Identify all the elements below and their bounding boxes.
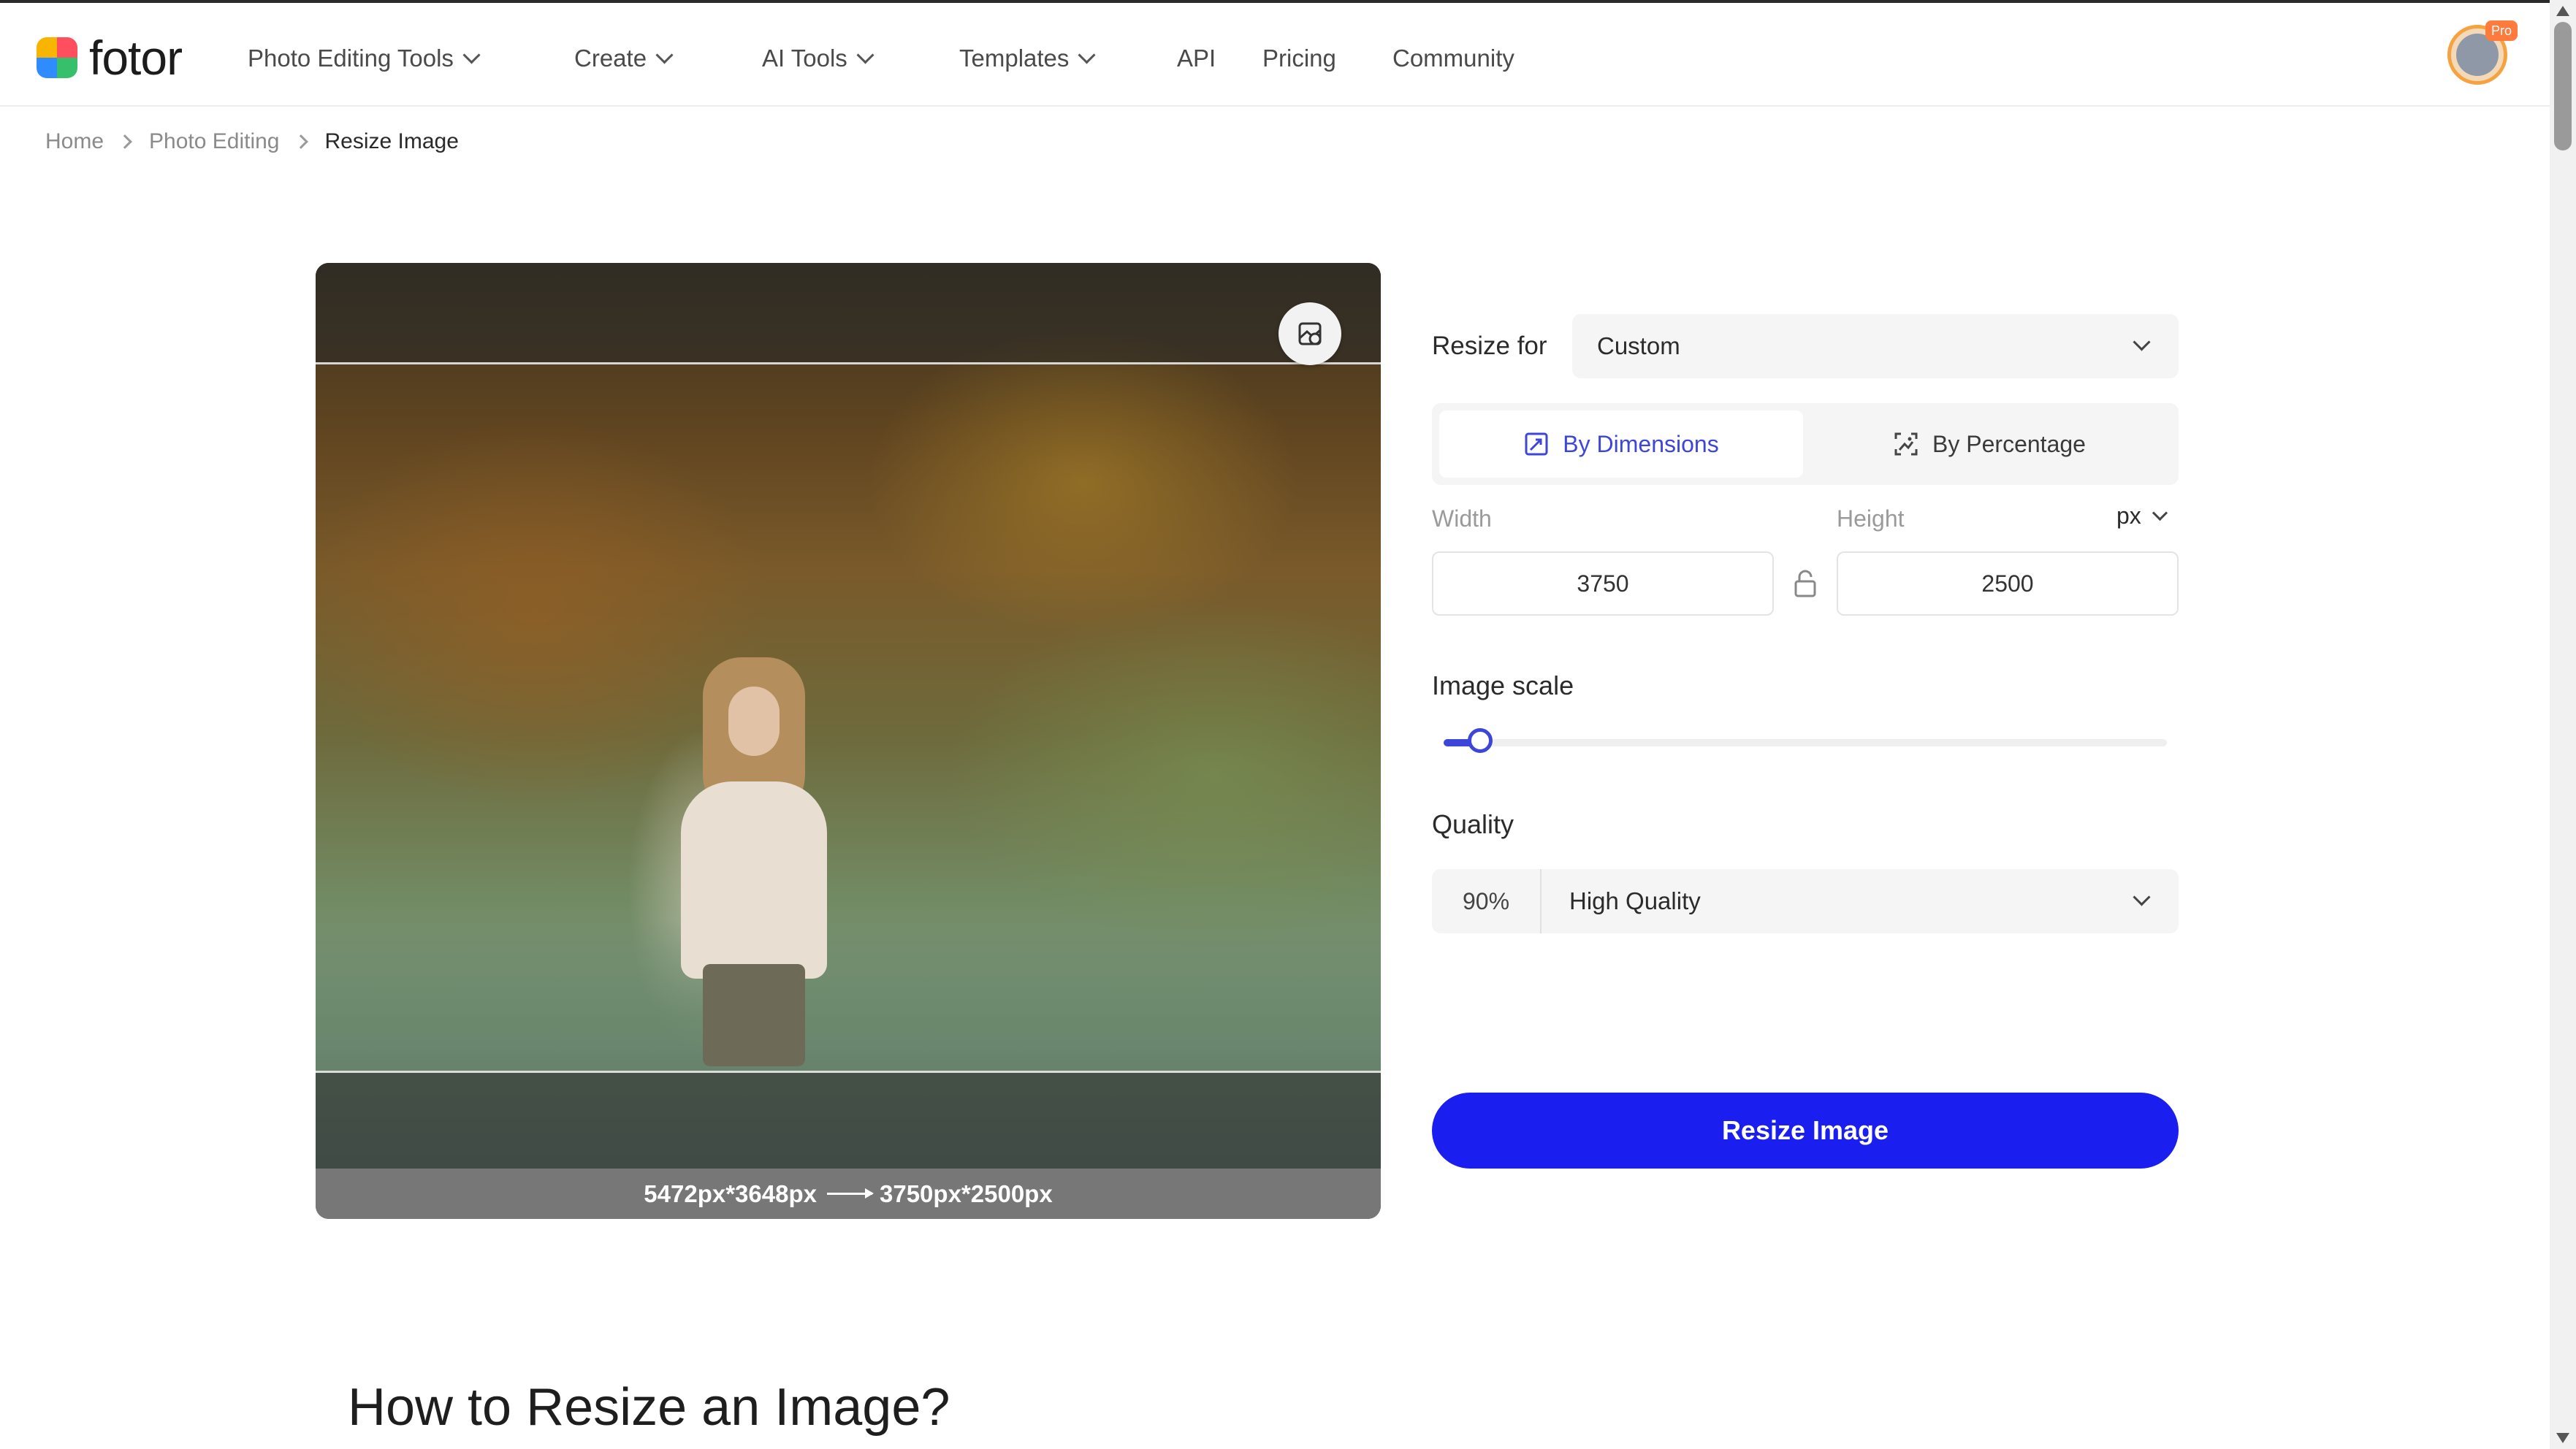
new-size: 3750px*2500px <box>880 1180 1053 1207</box>
nav-pricing[interactable]: Pricing <box>1262 38 1336 79</box>
resize-for-label: Resize for <box>1432 332 1547 360</box>
photo-subject <box>659 657 849 1066</box>
tab-label: By Dimensions <box>1563 430 1719 457</box>
chevron-down-icon <box>2133 333 2151 351</box>
nav-templates[interactable]: Templates <box>959 38 1096 79</box>
height-input[interactable]: 2500 <box>1837 551 2179 616</box>
chevron-down-icon <box>655 45 674 64</box>
nav-label: Pricing <box>1262 45 1336 72</box>
width-input[interactable]: 3750 <box>1432 551 1774 616</box>
breadcrumb-home[interactable]: Home <box>45 129 104 154</box>
arrow-right-icon <box>827 1188 874 1198</box>
photo-subject-skirt <box>703 964 805 1066</box>
original-size: 5472px*3648px <box>644 1180 817 1207</box>
pro-badge: Pro <box>2485 20 2518 41</box>
nav-label: AI Tools <box>762 45 847 72</box>
slider-handle[interactable] <box>1467 728 1493 753</box>
nav-api[interactable]: API <box>1177 38 1216 79</box>
scroll-up-arrow-icon[interactable] <box>2556 6 2569 16</box>
how-to-heading: How to Resize an Image? <box>348 1378 950 1437</box>
breadcrumb-photo-editing[interactable]: Photo Editing <box>149 129 279 154</box>
crop-mask-bottom <box>316 1071 1381 1171</box>
quality-title: Quality <box>1432 809 1514 839</box>
aspect-lock-icon[interactable] <box>1793 569 1818 598</box>
image-scale-title: Image scale <box>1432 670 1574 700</box>
nav-ai-tools[interactable]: AI Tools <box>762 38 874 79</box>
quality-value: High Quality <box>1569 887 1701 914</box>
breadcrumb-current: Resize Image <box>324 129 459 153</box>
width-label: Width <box>1432 505 1492 532</box>
quality-percent: 90% <box>1432 869 1542 933</box>
nav-label: API <box>1177 45 1216 72</box>
compare-icon <box>1298 322 1322 345</box>
resize-for-value: Custom <box>1597 332 1680 359</box>
logo-text: fotor <box>89 31 183 85</box>
size-change-bar: 5472px*3648px 3750px*2500px <box>316 1169 1381 1219</box>
chevron-down-icon <box>1078 45 1096 64</box>
chevron-down-icon <box>2152 505 2168 521</box>
site-header: fotor Photo Editing Tools Create AI Tool… <box>0 3 2550 107</box>
image-preview: 5472px*3648px 3750px*2500px <box>316 263 1381 1219</box>
height-label: Height <box>1837 505 1905 532</box>
scroll-down-arrow-icon[interactable] <box>2556 1433 2569 1443</box>
page-scrollbar[interactable] <box>2550 0 2576 1449</box>
unit-value: px <box>2116 502 2141 529</box>
unit-select[interactable]: px <box>2116 502 2168 529</box>
chevron-right-icon <box>293 134 308 149</box>
resize-mode-tabs: By Dimensions By Percentage <box>1432 403 2179 485</box>
nav-label: Templates <box>959 45 1070 72</box>
resize-image-button[interactable]: Resize Image <box>1432 1093 2179 1169</box>
chevron-right-icon <box>118 134 132 149</box>
nav-community[interactable]: Community <box>1392 38 1514 79</box>
dimensions-icon <box>1525 432 1548 456</box>
nav-label: Create <box>574 45 647 72</box>
chevron-down-icon <box>462 45 481 64</box>
chevron-down-icon <box>856 45 874 64</box>
fotor-logo[interactable]: fotor <box>37 31 183 85</box>
resize-for-select[interactable]: Custom <box>1572 314 2179 378</box>
image-scale-slider[interactable] <box>1444 728 2167 753</box>
nav-photo-editing-tools[interactable]: Photo Editing Tools <box>248 38 481 79</box>
crop-mask-top <box>316 263 1381 364</box>
tab-by-dimensions[interactable]: By Dimensions <box>1439 410 1803 478</box>
tab-by-percentage[interactable]: By Percentage <box>1807 410 2171 478</box>
photo-subject-top <box>681 781 827 979</box>
scrollbar-thumb[interactable] <box>2554 22 2572 150</box>
nav-create[interactable]: Create <box>574 38 674 79</box>
tab-label: By Percentage <box>1932 430 2086 457</box>
photo-subject-face <box>728 687 780 756</box>
chevron-down-icon <box>2133 888 2151 906</box>
nav-label: Photo Editing Tools <box>248 45 454 72</box>
compare-button[interactable] <box>1279 302 1341 365</box>
nav-label: Community <box>1392 45 1514 72</box>
quality-select[interactable]: 90% High Quality <box>1432 869 2179 933</box>
preview-photo <box>316 263 1381 1169</box>
fotor-logo-icon <box>37 37 77 78</box>
breadcrumb: Home Photo Editing Resize Image <box>45 126 459 158</box>
percentage-icon <box>1894 432 1918 456</box>
resize-for-row: Resize for Custom <box>1432 314 2179 378</box>
